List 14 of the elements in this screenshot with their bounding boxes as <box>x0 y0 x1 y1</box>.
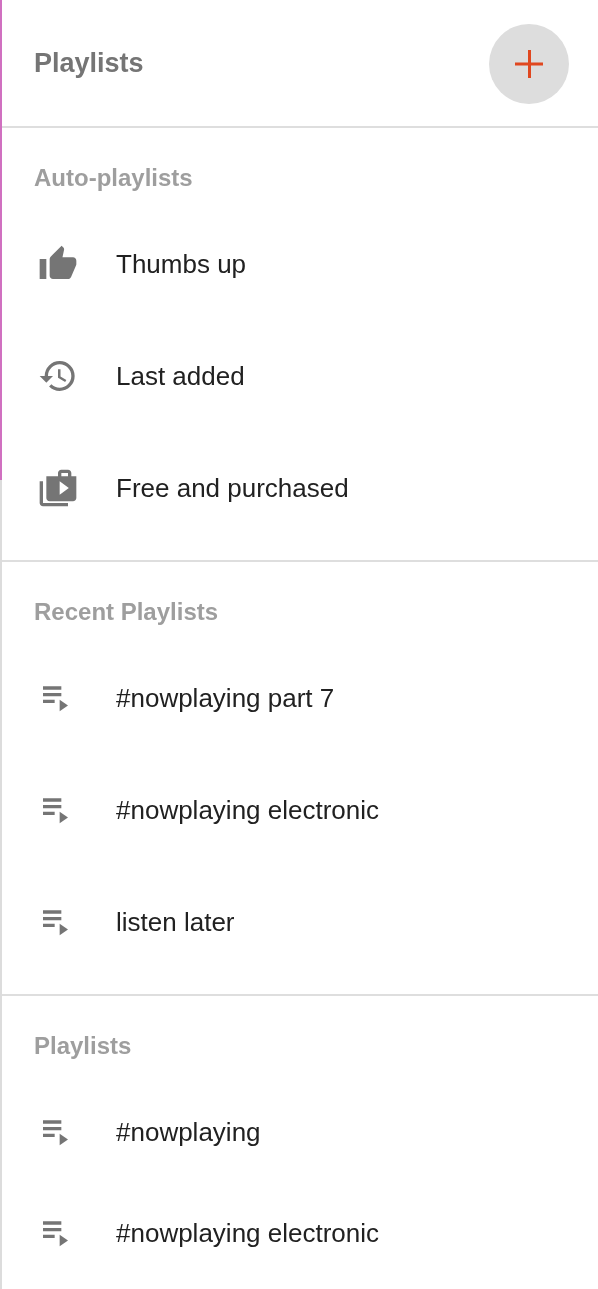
plus-icon <box>515 50 543 78</box>
playlist-item[interactable]: #nowplaying part 7 <box>2 642 598 754</box>
playlist-item[interactable]: Thumbs up <box>2 208 598 320</box>
shopping-bag-play-icon <box>38 468 78 508</box>
playlist-item[interactable]: Last added <box>2 320 598 432</box>
playlist-item[interactable]: listen later <box>2 866 598 978</box>
section-heading: Recent Playlists <box>33 597 220 627</box>
section-heading: Playlists <box>33 1031 133 1061</box>
playlist-item[interactable]: #nowplaying electronic <box>2 754 598 866</box>
playlist-item[interactable]: #nowplaying <box>2 1076 598 1188</box>
page-title: Playlists <box>34 47 144 79</box>
playlist-item[interactable]: #nowplaying electronic <box>2 1188 598 1278</box>
section-heading: Auto-playlists <box>33 163 194 193</box>
playlist-item[interactable]: Free and purchased <box>2 432 598 544</box>
